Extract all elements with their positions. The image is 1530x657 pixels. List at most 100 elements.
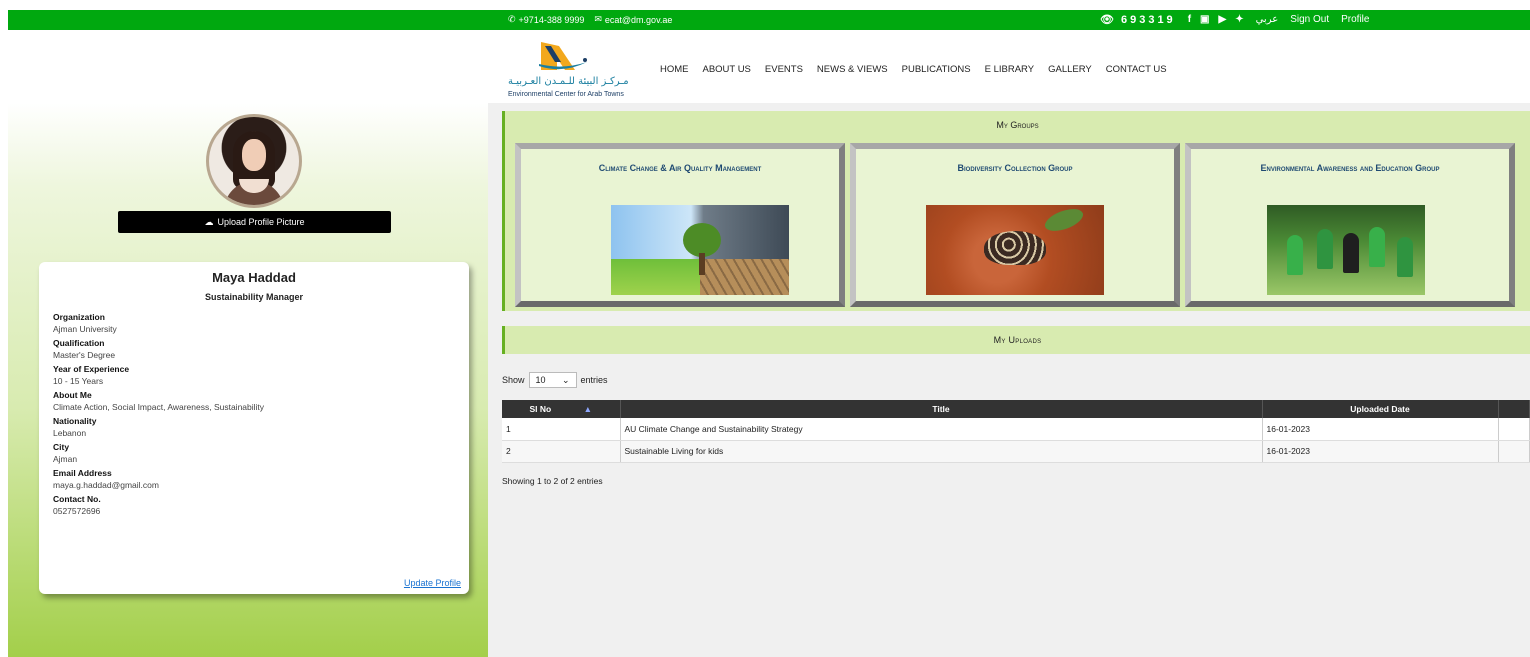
group-name: Climate Change & Air Quality Management bbox=[598, 163, 762, 173]
main-content: My Groups Climate Change & Air Quality M… bbox=[488, 103, 1530, 657]
nav-events[interactable]: EVENTS bbox=[765, 64, 803, 75]
image-tree-trunk bbox=[699, 253, 705, 275]
image-leaf bbox=[1042, 205, 1086, 236]
image-person bbox=[1369, 227, 1385, 267]
image-person bbox=[1317, 229, 1333, 269]
image-butterfly bbox=[984, 231, 1046, 265]
nav-gallery[interactable]: GALLERY bbox=[1048, 64, 1092, 75]
entries-length-control: Show 10 ⌄ entries bbox=[502, 372, 608, 388]
field-value-organization: Ajman University bbox=[53, 324, 117, 334]
group-card-awareness[interactable]: Environmental Awareness and Education Gr… bbox=[1185, 143, 1515, 307]
field-label-organization: Organization bbox=[53, 312, 105, 322]
update-profile-link[interactable]: Update Profile bbox=[404, 578, 461, 588]
avatar-face bbox=[242, 139, 266, 171]
field-label-nationality: Nationality bbox=[53, 416, 97, 426]
twitter-icon[interactable]: ✦ bbox=[1235, 14, 1243, 25]
nav-about-us[interactable]: ABOUT US bbox=[703, 64, 751, 75]
image-dry-soil bbox=[700, 259, 789, 295]
image-person bbox=[1287, 235, 1303, 275]
field-label-qualification: Qualification bbox=[53, 338, 105, 348]
email-contact[interactable]: ✉ ecat@dm.gov.ae bbox=[594, 14, 672, 25]
ecat-logo[interactable]: مـركـز البيئة للـمـدن العـربيـة Environm… bbox=[508, 38, 648, 104]
show-label: Show bbox=[502, 375, 525, 385]
profile-role: Sustainability Manager bbox=[204, 292, 304, 302]
cell-date: 16-01-2023 bbox=[1262, 440, 1499, 463]
eye-icon: 👁 bbox=[1100, 14, 1117, 26]
table-row[interactable]: 1 AU Climate Change and Sustainability S… bbox=[502, 418, 1530, 441]
field-label-about-me: About Me bbox=[53, 390, 92, 400]
logo-mark-icon bbox=[539, 42, 587, 70]
column-header-sl-no[interactable]: Sl No ▲ bbox=[502, 400, 621, 418]
group-image-climate bbox=[611, 205, 789, 295]
cell-extra bbox=[1498, 418, 1530, 441]
column-header-extra bbox=[1498, 400, 1530, 418]
nav-contact-us[interactable]: CONTACT US bbox=[1106, 64, 1167, 75]
sign-out-link[interactable]: Sign Out bbox=[1290, 14, 1329, 25]
sort-asc-icon: ▲ bbox=[583, 404, 593, 414]
field-label-experience: Year of Experience bbox=[53, 364, 130, 374]
contact-info: ✆ +9714-388 9999 ✉ ecat@dm.gov.ae bbox=[508, 14, 672, 25]
main-nav: HOME ABOUT US EVENTS NEWS & VIEWS PUBLIC… bbox=[660, 64, 1167, 75]
table-info: Showing 1 to 2 of 2 entries bbox=[502, 476, 603, 486]
group-card-climate[interactable]: Climate Change & Air Quality Management bbox=[515, 143, 845, 307]
nav-news-views[interactable]: NEWS & VIEWS bbox=[817, 64, 888, 75]
field-value-contact: 0527572696 bbox=[53, 506, 101, 516]
email-address: ecat@dm.gov.ae bbox=[604, 14, 673, 25]
cell-title[interactable]: AU Climate Change and Sustainability Str… bbox=[620, 418, 1263, 441]
group-image-biodiversity bbox=[926, 205, 1104, 295]
field-value-about-me: Climate Action, Social Impact, Awareness… bbox=[53, 402, 265, 412]
column-header-label: Sl No bbox=[529, 404, 552, 414]
nav-e-library[interactable]: E LIBRARY bbox=[985, 64, 1034, 75]
phone-icon: ✆ bbox=[508, 14, 516, 24]
field-label-city: City bbox=[53, 442, 70, 452]
logo-arabic-text: مـركـز البيئة للـمـدن العـربيـة bbox=[508, 76, 629, 87]
chevron-down-icon: ⌄ bbox=[561, 374, 570, 385]
table-row[interactable]: 2 Sustainable Living for kids 16-01-2023 bbox=[502, 440, 1530, 463]
image-tree-crown bbox=[683, 223, 721, 257]
top-bar-right: 👁 693319 f ▣ ▶ ✦ عربي Sign Out Profile bbox=[1100, 13, 1369, 27]
entries-select[interactable]: 10 ⌄ bbox=[528, 372, 577, 388]
field-label-contact: Contact No. bbox=[53, 494, 101, 504]
group-name: Biodiversity Collection Group bbox=[957, 163, 1073, 173]
nav-publications[interactable]: PUBLICATIONS bbox=[902, 64, 971, 75]
field-value-nationality: Lebanon bbox=[53, 428, 87, 438]
field-value-email: maya.g.haddad@gmail.com bbox=[53, 480, 159, 490]
uploads-table: Sl No ▲ Title Uploaded Date 1 AU Climate… bbox=[502, 400, 1530, 463]
cell-sl-no: 1 bbox=[502, 418, 621, 441]
top-bar: ✆ +9714-388 9999 ✉ ecat@dm.gov.ae 👁 6933… bbox=[8, 10, 1530, 30]
avatar bbox=[206, 114, 302, 208]
field-label-email: Email Address bbox=[53, 468, 112, 478]
visitor-count: 693319 bbox=[1120, 13, 1176, 26]
youtube-icon[interactable]: ▶ bbox=[1218, 14, 1226, 25]
image-person bbox=[1397, 237, 1413, 277]
site-header: مـركـز البيئة للـمـدن العـربيـة Environm… bbox=[0, 30, 1530, 103]
cell-date: 16-01-2023 bbox=[1262, 418, 1499, 441]
visitor-counter: 👁 693319 bbox=[1100, 13, 1176, 27]
upload-profile-picture-button[interactable]: ☁ Upload Profile Picture bbox=[118, 211, 391, 233]
field-value-city: Ajman bbox=[53, 454, 78, 464]
cloud-upload-icon: ☁ bbox=[204, 216, 214, 227]
column-header-title[interactable]: Title bbox=[620, 400, 1263, 418]
social-links: f ▣ ▶ ✦ bbox=[1188, 14, 1244, 25]
image-grass bbox=[611, 259, 700, 295]
profile-link[interactable]: Profile bbox=[1341, 14, 1369, 25]
profile-name: Maya Haddad bbox=[212, 270, 296, 285]
image-person bbox=[1343, 233, 1359, 273]
cell-title[interactable]: Sustainable Living for kids bbox=[620, 440, 1263, 463]
arabic-language-link[interactable]: عربي bbox=[1256, 14, 1279, 25]
table-header-row: Sl No ▲ Title Uploaded Date bbox=[502, 400, 1530, 418]
profile-card: Maya Haddad Sustainability Manager Organ… bbox=[39, 262, 469, 594]
instagram-icon[interactable]: ▣ bbox=[1200, 14, 1209, 25]
facebook-icon[interactable]: f bbox=[1188, 14, 1191, 25]
group-name: Environmental Awareness and Education Gr… bbox=[1260, 163, 1440, 173]
group-card-biodiversity[interactable]: Biodiversity Collection Group bbox=[850, 143, 1180, 307]
envelope-icon: ✉ bbox=[594, 14, 602, 24]
my-uploads-title: My Uploads bbox=[502, 326, 1530, 354]
cell-sl-no: 2 bbox=[502, 440, 621, 463]
phone-contact[interactable]: ✆ +9714-388 9999 bbox=[508, 14, 584, 25]
logo-english-text: Environmental Center for Arab Towns bbox=[508, 91, 624, 98]
nav-home[interactable]: HOME bbox=[660, 64, 689, 75]
column-header-uploaded-date[interactable]: Uploaded Date bbox=[1262, 400, 1499, 418]
phone-number: +9714-388 9999 bbox=[518, 14, 585, 25]
profile-sidebar: ☁ Upload Profile Picture Maya Haddad Sus… bbox=[8, 103, 488, 657]
